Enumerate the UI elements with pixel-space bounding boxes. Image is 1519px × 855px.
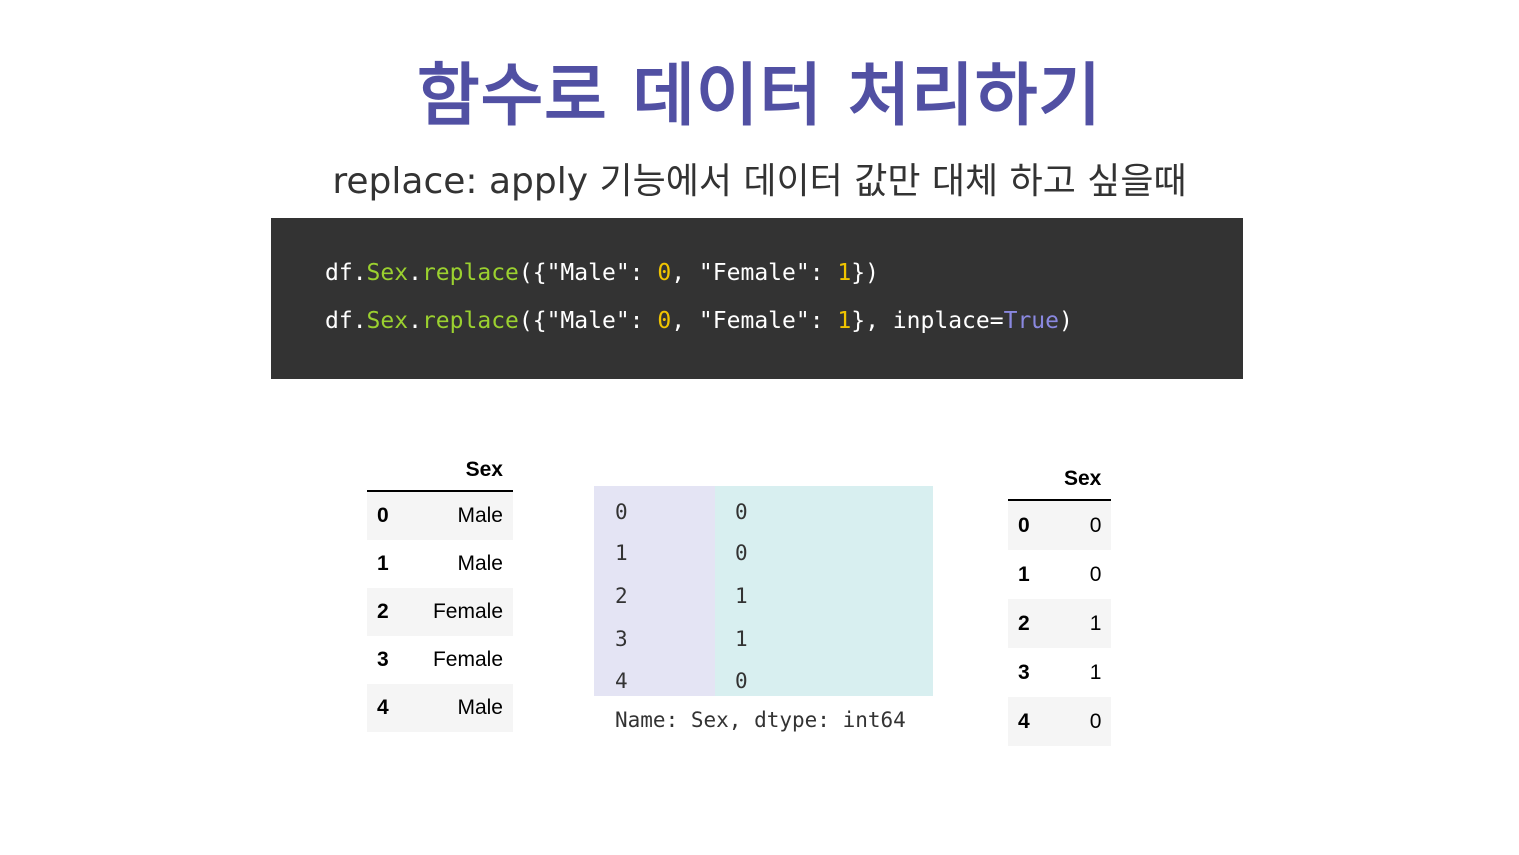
table-row: 0 Male bbox=[367, 491, 513, 540]
code-token: ) bbox=[1058, 308, 1073, 334]
row-value: Male bbox=[413, 491, 513, 540]
row-index: 2 bbox=[1008, 599, 1054, 648]
row-index: 4 bbox=[367, 684, 413, 732]
code-token: True bbox=[1003, 308, 1059, 334]
row-index: 2 bbox=[367, 588, 413, 636]
series-index: 1 bbox=[615, 541, 628, 565]
code-token: df. bbox=[325, 260, 367, 286]
table-row: 1 Male bbox=[367, 540, 513, 588]
row-value: Female bbox=[432, 648, 503, 671]
code-token: 1 bbox=[837, 308, 852, 334]
left-dataframe-table: Sex 0 Male 1 Male 2 Female 3 Female 4 Ma… bbox=[367, 458, 513, 732]
code-token: replace bbox=[421, 308, 519, 334]
row-value: Male bbox=[413, 684, 513, 732]
series-index: 0 bbox=[615, 500, 628, 524]
row-index: 3 bbox=[1018, 660, 1030, 684]
table-row: 3 Female bbox=[367, 636, 513, 684]
code-token: df. bbox=[325, 308, 367, 334]
row-index: 0 bbox=[367, 491, 413, 540]
code-block: df.Sex.replace({"Male": 0, "Female": 1})… bbox=[271, 218, 1243, 379]
row-index: 4 bbox=[1008, 697, 1054, 746]
row-index: 3 bbox=[377, 648, 389, 671]
series-value-column bbox=[715, 486, 933, 696]
code-token: , "Female": bbox=[671, 308, 838, 334]
code-token: 1 bbox=[837, 260, 852, 286]
code-token: . bbox=[408, 308, 422, 334]
row-value: Female bbox=[413, 588, 513, 636]
row-value: 1 bbox=[1089, 660, 1102, 684]
code-token: , "Female": bbox=[671, 260, 838, 286]
series-index: 4 bbox=[615, 669, 628, 693]
row-value: Male bbox=[457, 552, 503, 575]
table-row: 4 Male bbox=[367, 684, 513, 732]
row-value: 0 bbox=[1089, 562, 1102, 586]
series-index: 3 bbox=[615, 627, 628, 651]
code-token: }, inplace= bbox=[851, 308, 1004, 334]
row-index: 0 bbox=[1008, 500, 1054, 550]
row-value: 1 bbox=[1054, 599, 1112, 648]
series-value: 1 bbox=[735, 627, 748, 651]
left-table-index-header bbox=[367, 458, 413, 492]
series-index-column bbox=[594, 486, 715, 696]
table-row: 2 Female bbox=[367, 588, 513, 636]
code-token: ({"Male": bbox=[518, 260, 658, 286]
code-token: 0 bbox=[657, 308, 672, 334]
code-token: replace bbox=[421, 260, 519, 286]
series-value: 0 bbox=[735, 500, 748, 524]
code-token: Sex bbox=[366, 308, 409, 334]
table-row: 0 0 bbox=[1008, 500, 1112, 550]
series-index: 2 bbox=[615, 584, 628, 608]
row-value: 0 bbox=[1054, 697, 1112, 746]
row-value: 0 bbox=[1054, 500, 1112, 550]
code-token: }) bbox=[851, 260, 879, 286]
table-row: 3 1 bbox=[1008, 648, 1111, 697]
code-token: Sex bbox=[366, 260, 409, 286]
right-table-column-header: Sex bbox=[1054, 467, 1112, 501]
slide-subtitle: replace: apply 기능에서 데이터 값만 대체 하고 싶을때 bbox=[332, 161, 1187, 202]
code-token: 0 bbox=[657, 260, 672, 286]
slide-title: 함수로 데이터 처리하기 bbox=[417, 57, 1102, 136]
table-row: 2 1 bbox=[1008, 599, 1112, 648]
left-table-column-header: Sex bbox=[413, 458, 513, 492]
series-value: 0 bbox=[735, 541, 748, 565]
row-index: 1 bbox=[377, 552, 389, 575]
series-value: 1 bbox=[735, 584, 748, 608]
table-row: 4 0 bbox=[1008, 697, 1112, 746]
row-index: 1 bbox=[1018, 562, 1030, 586]
right-table-index-header bbox=[1008, 467, 1054, 501]
series-value: 0 bbox=[735, 669, 748, 693]
code-token: ({"Male": bbox=[518, 308, 658, 334]
series-output: 0 1 2 3 4 0 0 1 1 0 bbox=[594, 486, 933, 696]
code-line-2: df.Sex.replace({"Male": 0, "Female": 1},… bbox=[325, 306, 1243, 354]
code-line-1: df.Sex.replace({"Male": 0, "Female": 1}) bbox=[325, 258, 1243, 306]
code-token: . bbox=[408, 260, 422, 286]
table-row: 1 0 bbox=[1008, 550, 1111, 599]
series-footer: Name: Sex, dtype: int64 bbox=[615, 708, 906, 732]
right-dataframe-table: Sex 0 0 1 0 2 1 3 1 4 0 bbox=[1008, 467, 1112, 746]
